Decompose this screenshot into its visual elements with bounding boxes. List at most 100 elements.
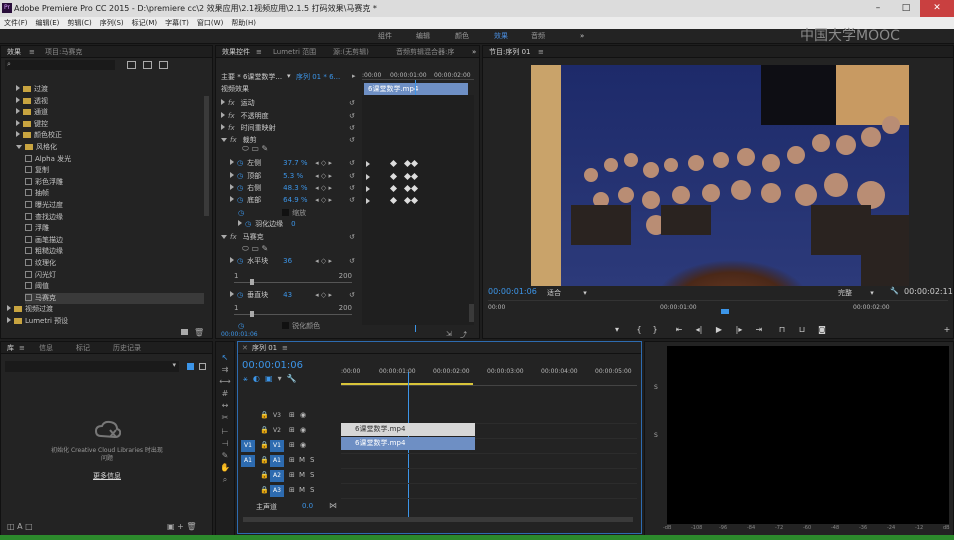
track-name[interactable]: A3 [270, 485, 284, 497]
more-tabs-icon[interactable]: » [472, 46, 476, 58]
snap-icon[interactable]: ⚹ [243, 374, 248, 383]
eye-icon[interactable]: ◉ [300, 441, 306, 449]
lock-icon[interactable]: 🔒 [260, 471, 269, 479]
expand-icon[interactable] [221, 99, 225, 105]
clip-v1[interactable]: 6课堂数学.mp4 [341, 437, 475, 450]
effects-tree-item[interactable]: 透视 [16, 96, 48, 107]
effect-row[interactable]: ◷ 底部 64.9 % ◂ ◇ ▸ [230, 194, 332, 206]
reset-icon[interactable]: ↺ [349, 231, 355, 243]
effect-row[interactable]: ◷ 左侧 37.7 % ◂ ◇ ▸ [230, 157, 332, 169]
hand-tool-icon[interactable]: ✋ [219, 462, 231, 473]
add-marker-icon[interactable]: ▾ [611, 325, 623, 335]
track-lane[interactable] [341, 453, 637, 454]
ripple-edit-tool-icon[interactable]: ⟷ [219, 376, 231, 387]
effect-row[interactable]: ◷ 垂直块 43 ◂ ◇ ▸ [230, 289, 332, 301]
menu-marker[interactable]: 标记(M) [128, 17, 162, 29]
reset-icon[interactable]: ↺ [349, 134, 355, 146]
workspace-effects[interactable]: 效果 [494, 29, 508, 44]
workspace-editing[interactable]: 编辑 [416, 29, 430, 44]
menu-sequence[interactable]: 序列(S) [96, 17, 128, 29]
keyframe-nav-icon[interactable]: ◂ ◇ ▸ [315, 196, 332, 204]
eye-icon[interactable]: ◉ [300, 426, 306, 434]
checkbox[interactable] [282, 322, 290, 329]
expand-icon[interactable] [7, 317, 11, 323]
program-playhead[interactable] [721, 309, 729, 314]
rate-stretch-tool-icon[interactable]: ↔ [219, 400, 231, 411]
quality-dropdown[interactable]: 完整 ▾ [838, 288, 874, 298]
effects-tree-item[interactable]: 画笔描边 [25, 235, 63, 246]
ec-keyframe-area[interactable] [362, 95, 474, 325]
effects-tree-item[interactable]: 键控 [16, 119, 48, 130]
play-icon[interactable]: ▶ [713, 325, 725, 335]
effects-tree-item[interactable]: Alpha 发光 [25, 154, 71, 165]
effects-scrollbar[interactable] [204, 96, 209, 216]
selection-tool-icon[interactable]: ↖ [219, 352, 231, 363]
add-marker-icon[interactable]: ▣ [265, 374, 273, 383]
expand-icon[interactable] [16, 96, 20, 103]
marker-icon[interactable]: ▾ [278, 374, 282, 383]
panel-menu-icon[interactable]: ≡ [538, 46, 544, 58]
linked-selection-icon[interactable]: ◐ [253, 374, 260, 383]
stopwatch-icon[interactable]: ◷ [237, 184, 243, 192]
tab-libraries[interactable]: 库 [7, 342, 14, 354]
stopwatch-icon[interactable]: ◷ [237, 172, 243, 180]
expand-icon[interactable] [16, 131, 20, 138]
expand-icon[interactable] [16, 119, 20, 126]
mute-icon[interactable]: M [299, 486, 305, 494]
effect-row[interactable]: fx 马赛克 [221, 231, 264, 243]
slide-tool-icon[interactable]: ⊣ [219, 438, 231, 449]
effect-row[interactable]: ◷ 右侧 48.3 % ◂ ◇ ▸ [230, 182, 332, 194]
param-value[interactable]: 48.3 % [283, 182, 315, 194]
mark-in-icon[interactable]: { [633, 325, 645, 335]
pen-tool-icon[interactable]: ✎ [219, 450, 231, 461]
sync-lock-icon[interactable]: ⊞ [289, 441, 295, 449]
ec-timeline-ruler[interactable]: :00:00 00:00:01:00 00:00:02:00 [362, 70, 474, 80]
text-style-icon[interactable]: A [17, 522, 22, 531]
panel-menu-icon[interactable]: ≡ [29, 46, 35, 58]
param-value[interactable]: 43 [283, 289, 315, 301]
fx-toggle-icon[interactable]: fx [228, 112, 235, 120]
ec-clip-bar[interactable]: 6课堂数学.mp4 [364, 83, 468, 95]
menu-edit[interactable]: 编辑(E) [32, 17, 64, 29]
delete-icon[interactable]: 🗑 [186, 522, 196, 531]
insert-icon[interactable]: ⊓ [776, 325, 788, 335]
list-view-icon[interactable] [199, 363, 206, 370]
close-icon[interactable]: ✕ [920, 0, 954, 17]
program-monitor-title[interactable]: 节目:序列 01 [489, 46, 531, 58]
more-info-link[interactable]: 更多信息 [93, 471, 121, 481]
expand-icon[interactable] [238, 220, 242, 226]
menu-window[interactable]: 窗口(W) [193, 17, 227, 29]
source-patch[interactable]: V1 [241, 440, 255, 452]
effects-tree-item[interactable]: 粗糙边缘 [25, 246, 63, 257]
panel-menu-icon[interactable]: ≡ [256, 46, 262, 58]
go-to-out-icon[interactable]: ⇥ [753, 325, 765, 335]
tab-markers[interactable]: 标记 [76, 342, 90, 354]
eye-icon[interactable]: ◉ [300, 411, 306, 419]
new-bin-icon[interactable] [181, 329, 188, 335]
grid-view-icon[interactable] [187, 363, 194, 370]
yuv-effects-icon[interactable] [159, 61, 168, 69]
reset-icon[interactable]: ↺ [349, 182, 355, 194]
effects-tree-item[interactable]: 抽帧 [25, 188, 49, 199]
rolling-edit-tool-icon[interactable]: # [219, 388, 231, 399]
effects-tree-item[interactable]: 纹理化 [25, 258, 56, 269]
keyframe-nav-icon[interactable]: ◂ ◇ ▸ [315, 291, 332, 299]
stopwatch-icon[interactable]: ◷ [237, 257, 243, 265]
stopwatch-icon[interactable]: ◷ [238, 322, 244, 330]
collapse-icon[interactable] [16, 145, 22, 149]
panel-menu-icon[interactable]: ≡ [282, 342, 288, 354]
more-workspaces-icon[interactable]: » [580, 29, 584, 44]
lock-icon[interactable]: 🔒 [260, 486, 269, 494]
keyframe-icon[interactable] [366, 161, 370, 167]
track-lane[interactable] [341, 483, 637, 484]
panel-menu-icon[interactable]: ≡ [19, 342, 25, 354]
timeline-ruler[interactable]: :00:00 00:00:01:00 00:00:02:00 00:00:03:… [341, 366, 637, 386]
effects-tree-item[interactable]: 彩色浮雕 [25, 177, 63, 188]
clip-v2[interactable]: 6课堂数学.mp4 [341, 423, 475, 436]
effects-tree-item[interactable]: 马赛克 [25, 292, 204, 304]
play-clip-icon[interactable]: ▸ [352, 72, 356, 80]
meter-solo-2[interactable]: S [654, 432, 658, 439]
timeline-scrollbar[interactable] [243, 517, 633, 522]
solo-icon[interactable]: S [310, 471, 314, 479]
reset-icon[interactable]: ↺ [349, 97, 355, 109]
